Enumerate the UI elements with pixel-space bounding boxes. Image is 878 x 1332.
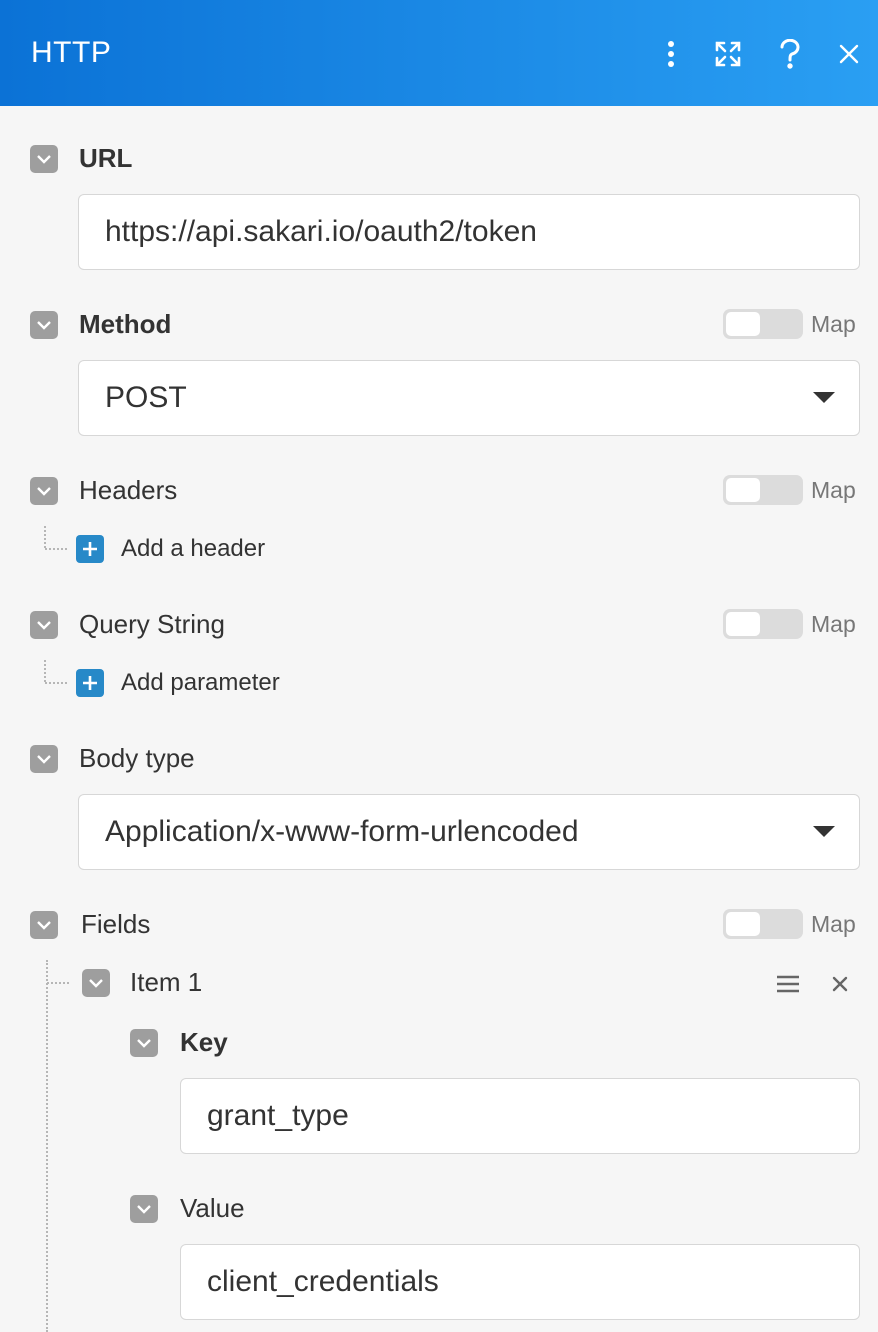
key-label: Key bbox=[180, 1027, 228, 1057]
tree-connector bbox=[44, 660, 46, 682]
key-input[interactable]: grant_type bbox=[180, 1078, 860, 1154]
query-string-map-toggle[interactable] bbox=[723, 609, 803, 639]
headers-label: Headers bbox=[79, 475, 178, 505]
add-header-button[interactable]: Add a header bbox=[121, 534, 265, 564]
method-label: Method bbox=[79, 309, 172, 339]
url-input[interactable]: https://api.sakari.io/oauth2/token bbox=[78, 194, 860, 270]
tree-connector bbox=[45, 548, 67, 550]
add-header-plus-icon[interactable] bbox=[76, 535, 104, 563]
close-icon[interactable] bbox=[829, 34, 869, 74]
collapse-item-chevron-icon[interactable] bbox=[82, 969, 110, 997]
expand-icon[interactable] bbox=[708, 34, 748, 74]
dropdown-arrow-icon bbox=[813, 826, 835, 837]
collapse-fields-chevron-icon[interactable] bbox=[30, 911, 58, 939]
collapse-query-string-chevron-icon[interactable] bbox=[30, 611, 58, 639]
panel-header: HTTP bbox=[0, 0, 878, 106]
query-string-map-label: Map bbox=[811, 611, 856, 637]
panel-title: HTTP bbox=[31, 36, 112, 69]
body-type-label: Body type bbox=[79, 743, 195, 773]
fields-label: Fields bbox=[81, 909, 151, 939]
fields-map-label: Map bbox=[811, 911, 856, 937]
collapse-body-type-chevron-icon[interactable] bbox=[30, 745, 58, 773]
value-input[interactable]: client_credentials bbox=[180, 1244, 860, 1320]
collapse-value-chevron-icon[interactable] bbox=[130, 1195, 158, 1223]
reorder-handle-icon[interactable] bbox=[770, 966, 806, 1002]
more-vert-icon[interactable] bbox=[651, 34, 691, 74]
headers-map-label: Map bbox=[811, 477, 856, 503]
body-type-select-value: Application/x-www-form-urlencoded bbox=[105, 815, 579, 848]
item-label: Item 1 bbox=[130, 967, 203, 997]
fields-map-toggle[interactable] bbox=[723, 909, 803, 939]
body-type-select[interactable]: Application/x-www-form-urlencoded bbox=[78, 794, 860, 870]
collapse-method-chevron-icon[interactable] bbox=[30, 311, 58, 339]
collapse-headers-chevron-icon[interactable] bbox=[30, 477, 58, 505]
remove-item-icon[interactable] bbox=[822, 966, 858, 1002]
value-label: Value bbox=[180, 1193, 245, 1223]
collapse-key-chevron-icon[interactable] bbox=[130, 1029, 158, 1057]
headers-map-toggle[interactable] bbox=[723, 475, 803, 505]
help-icon[interactable] bbox=[770, 34, 810, 74]
method-map-label: Map bbox=[811, 311, 856, 337]
query-string-label: Query String bbox=[79, 609, 225, 639]
method-map-toggle[interactable] bbox=[723, 309, 803, 339]
add-parameter-button[interactable]: Add parameter bbox=[121, 668, 280, 698]
url-label: URL bbox=[79, 143, 133, 173]
tree-connector bbox=[46, 960, 48, 1332]
tree-connector bbox=[44, 526, 46, 548]
method-select-value: POST bbox=[105, 381, 187, 414]
dropdown-arrow-icon bbox=[813, 392, 835, 403]
collapse-url-chevron-icon[interactable] bbox=[30, 145, 58, 173]
tree-connector bbox=[47, 982, 69, 984]
tree-connector bbox=[45, 682, 67, 684]
add-parameter-plus-icon[interactable] bbox=[76, 669, 104, 697]
method-select[interactable]: POST bbox=[78, 360, 860, 436]
